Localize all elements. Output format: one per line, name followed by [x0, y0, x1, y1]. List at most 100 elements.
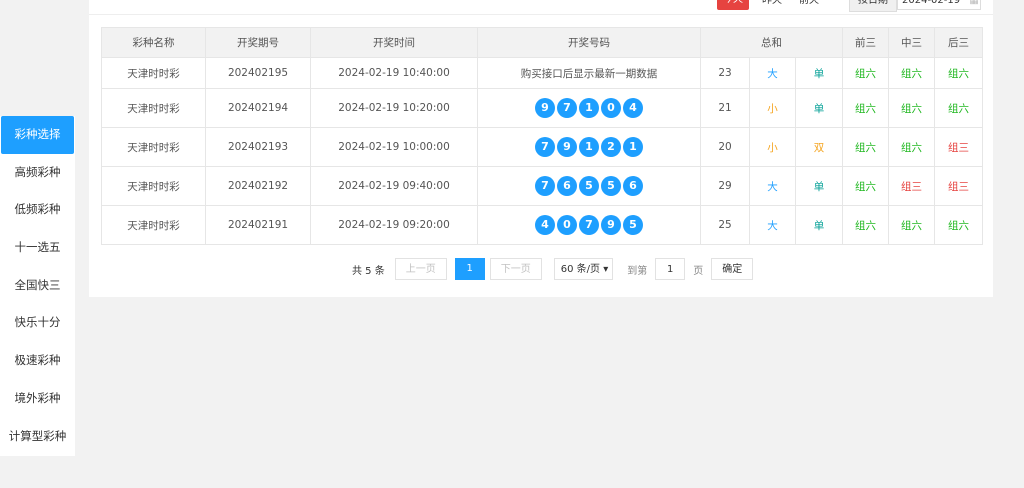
number-ball: 0	[601, 98, 621, 118]
pagination: 共 5 条 上一页 1 下一页 60 条/页 ▾ 到第 1 页 确定	[352, 258, 754, 280]
sidebar-item-kuai-san[interactable]: 全国快三	[0, 267, 75, 305]
page-unit-label: 页	[693, 265, 704, 277]
lottery-name: 天津时时彩	[101, 166, 206, 206]
date-value: 2024-02-19	[902, 0, 961, 6]
issue-number: 202402193	[205, 127, 311, 167]
middle-three-value: 组六	[888, 57, 936, 89]
draw-time: 2024-02-19 09:40:00	[310, 166, 478, 206]
sum-value: 25	[700, 205, 750, 245]
goto-page-input[interactable]: 1	[655, 258, 686, 280]
number-ball: 7	[557, 98, 577, 118]
middle-three-value: 组六	[888, 127, 936, 167]
size-value: 大	[749, 57, 796, 89]
sidebar-item-computed[interactable]: 计算型彩种	[0, 418, 75, 456]
parity-value: 单	[794, 166, 844, 206]
sum-value: 29	[700, 166, 750, 206]
draw-numbers: 97104	[477, 88, 701, 128]
sidebar-item-low-frequency[interactable]: 低频彩种	[0, 191, 75, 229]
lottery-name: 天津时时彩	[101, 88, 206, 128]
table-row: 天津时时彩 202402191 2024-02-19 09:20:00 4079…	[101, 205, 984, 245]
calendar-icon[interactable]: ▦	[969, 0, 978, 6]
sum-value: 20	[700, 127, 750, 167]
sidebar-item-happy-ten[interactable]: 快乐十分	[0, 304, 75, 342]
table-row: 天津时时彩 202402194 2024-02-19 10:20:00 9710…	[101, 88, 984, 128]
number-ball: 7	[535, 137, 555, 157]
size-value: 大	[749, 166, 796, 206]
col-front-three: 前三	[842, 27, 890, 58]
page-size-select[interactable]: 60 条/页 ▾	[553, 258, 614, 280]
lottery-category-sidebar: 彩种选择 高频彩种 低频彩种 十一选五 全国快三 快乐十分 极速彩种 境外彩种 …	[0, 116, 75, 456]
draw-time: 2024-02-19 10:40:00	[310, 57, 478, 89]
number-ball: 5	[623, 215, 643, 235]
dropdown-arrow-icon: ▾	[603, 264, 609, 275]
col-sum: 总和	[699, 27, 844, 58]
number-ball: 4	[623, 98, 643, 118]
today-button[interactable]: 今天	[717, 0, 749, 10]
by-date-label: 按日期	[849, 0, 897, 12]
goto-label: 到第	[627, 265, 648, 277]
sum-value: 23	[700, 57, 750, 89]
issue-number: 202402195	[205, 57, 311, 89]
parity-value: 双	[794, 127, 844, 167]
number-ball: 4	[535, 215, 555, 235]
middle-three-value: 组六	[888, 205, 936, 245]
col-lottery-name: 彩种名称	[101, 27, 206, 58]
parity-value: 单	[794, 57, 844, 89]
number-ball: 1	[623, 137, 643, 157]
issue-number: 202402192	[205, 166, 311, 206]
prev-page-button[interactable]: 上一页	[394, 258, 447, 280]
sidebar-item-high-frequency[interactable]: 高频彩种	[0, 154, 75, 192]
front-three-value: 组六	[842, 57, 890, 89]
number-ball: 6	[557, 176, 577, 196]
yesterday-button[interactable]: 昨天	[762, 0, 782, 6]
draw-time: 2024-02-19 09:20:00	[310, 205, 478, 245]
number-ball: 6	[623, 176, 643, 196]
number-ball: 1	[579, 137, 599, 157]
col-draw-time: 开奖时间	[310, 27, 478, 58]
number-ball: 5	[579, 176, 599, 196]
middle-three-value: 组三	[888, 166, 936, 206]
date-picker-input[interactable]: 2024-02-19 ▦	[897, 0, 981, 10]
results-table: 彩种名称 开奖期号 开奖时间 开奖号码 总和 前三 中三 后三 天津时时彩 20…	[101, 27, 984, 245]
number-ball: 1	[579, 98, 599, 118]
front-three-value: 组六	[842, 127, 890, 167]
back-three-value: 组六	[934, 88, 984, 128]
col-issue: 开奖期号	[205, 27, 311, 58]
middle-three-value: 组六	[888, 88, 936, 128]
draw-numbers: 79121	[477, 127, 701, 167]
front-three-value: 组六	[842, 205, 890, 245]
sidebar-item-overseas[interactable]: 境外彩种	[0, 380, 75, 418]
back-three-value: 组六	[934, 205, 984, 245]
col-middle-three: 中三	[888, 27, 936, 58]
purchase-notice: 购买接口后显示最新一期数据	[477, 57, 701, 89]
size-value: 小	[749, 88, 796, 128]
back-three-value: 组三	[934, 166, 984, 206]
current-page-button[interactable]: 1	[454, 258, 485, 280]
sidebar-item-speed[interactable]: 极速彩种	[0, 342, 75, 380]
issue-number: 202402194	[205, 88, 311, 128]
number-ball: 9	[601, 215, 621, 235]
sum-value: 21	[700, 88, 750, 128]
total-count: 共 5 条	[352, 265, 385, 277]
size-value: 大	[749, 205, 796, 245]
draw-time: 2024-02-19 10:20:00	[310, 88, 478, 128]
back-three-value: 组六	[934, 57, 984, 89]
draw-numbers: 76556	[477, 166, 701, 206]
number-ball: 2	[601, 137, 621, 157]
number-ball: 9	[535, 98, 555, 118]
draw-time: 2024-02-19 10:00:00	[310, 127, 478, 167]
number-ball: 9	[557, 137, 577, 157]
date-filter-bar: 今天 昨天 前天 按日期 2024-02-19 ▦	[89, 0, 993, 15]
size-value: 小	[749, 127, 796, 167]
sidebar-item-lottery-select[interactable]: 彩种选择	[1, 116, 74, 154]
confirm-jump-button[interactable]: 确定	[711, 258, 754, 280]
day-before-button[interactable]: 前天	[799, 0, 819, 6]
number-ball: 7	[535, 176, 555, 196]
next-page-button[interactable]: 下一页	[489, 258, 542, 280]
table-row: 天津时时彩 202402195 2024-02-19 10:40:00 购买接口…	[101, 57, 984, 89]
lottery-name: 天津时时彩	[101, 205, 206, 245]
draw-numbers: 40795	[477, 205, 701, 245]
sidebar-item-eleven-five[interactable]: 十一选五	[0, 229, 75, 267]
table-row: 天津时时彩 202402193 2024-02-19 10:00:00 7912…	[101, 127, 984, 167]
number-ball: 5	[601, 176, 621, 196]
